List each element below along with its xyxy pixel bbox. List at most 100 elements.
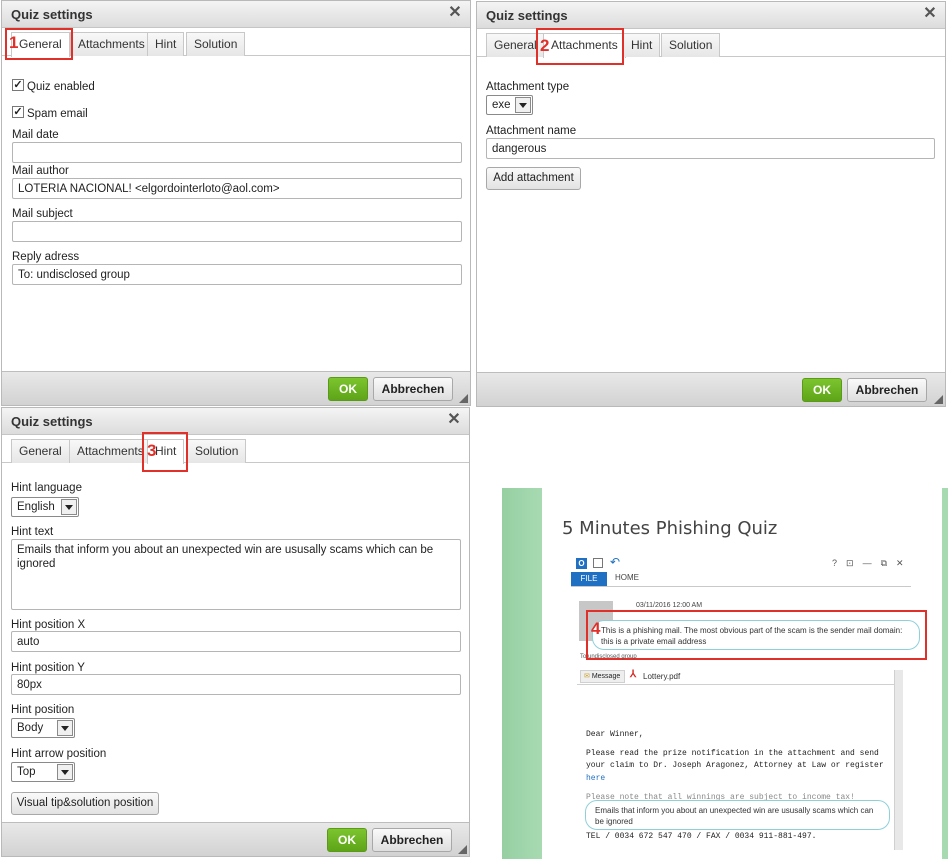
dialog-footer: OK Abbrechen xyxy=(2,371,470,405)
mail-recipient: To undisclosed group xyxy=(580,654,637,660)
hint-text-area[interactable]: Emails that inform you about an unexpect… xyxy=(11,539,461,610)
close-icon[interactable]: ✕ xyxy=(921,5,939,23)
hint-position-x-field[interactable]: auto xyxy=(11,631,461,652)
hint-position-select[interactable]: Body xyxy=(11,718,75,738)
ok-button[interactable]: OK xyxy=(802,378,842,402)
dialog-footer: OK Abbrechen xyxy=(2,822,469,856)
hint-position-x-label: Hint position X xyxy=(11,619,86,631)
hint-bubble-win: Emails that inform you about an unexpect… xyxy=(585,800,890,830)
cancel-button[interactable]: Abbrechen xyxy=(372,828,452,852)
close-icon[interactable]: ✕ xyxy=(896,558,913,568)
hint-bubble-sender: This is a phishing mail. The most obviou… xyxy=(592,620,920,650)
attachment-name-label: Attachment name xyxy=(486,125,577,137)
dialog-title: Quiz settings xyxy=(11,414,93,429)
print-icon[interactable] xyxy=(593,558,603,568)
maximize-icon[interactable]: ⧉ xyxy=(881,558,896,568)
minimize-icon[interactable]: — xyxy=(863,558,881,568)
attachment-type-select[interactable]: exe xyxy=(486,95,533,115)
dialog-title: Quiz settings xyxy=(11,7,93,22)
ribbon-file-tab[interactable]: FILE xyxy=(571,572,607,586)
chevron-down-icon xyxy=(515,97,531,113)
hint-arrow-position-value: Top xyxy=(17,766,36,778)
hint-language-value: English xyxy=(17,501,55,513)
attachment-file-link[interactable]: Lottery.pdf xyxy=(643,672,680,681)
quiz-settings-dialog-attachments: Quiz settings ✕ General Attachments Hint… xyxy=(476,1,946,407)
attachment-bar xyxy=(577,668,903,685)
tab-general[interactable]: General xyxy=(11,32,70,57)
visual-tip-solution-position-button[interactable]: Visual tip&solution position xyxy=(11,792,159,815)
tab-attachments[interactable]: Attachments xyxy=(70,32,153,56)
mail-author-label: Mail author xyxy=(12,165,69,177)
undo-icon[interactable]: ↶ xyxy=(610,555,620,569)
outlook-icon: O xyxy=(576,558,587,569)
ribbon-home-tab[interactable]: HOME xyxy=(615,573,639,582)
cancel-button[interactable]: Abbrechen xyxy=(373,377,453,401)
tab-solution[interactable]: Solution xyxy=(186,32,246,56)
resize-grip-icon[interactable] xyxy=(934,395,943,404)
dialog-titlebar[interactable]: Quiz settings ✕ xyxy=(477,2,945,29)
restore-icon[interactable]: ⊡ xyxy=(846,558,863,568)
callout-number-1: 1 xyxy=(9,33,19,52)
hint-position-label: Hint position xyxy=(11,704,75,716)
ribbon-divider xyxy=(571,586,911,587)
callout-number-2: 2 xyxy=(540,36,550,55)
mail-date-field[interactable] xyxy=(12,142,462,163)
dialog-footer: OK Abbrechen xyxy=(477,372,945,406)
dialog-titlebar[interactable]: Quiz settings ✕ xyxy=(2,408,469,435)
chevron-down-icon xyxy=(57,720,73,736)
spam-email-checkbox[interactable]: ✓ xyxy=(12,106,24,118)
ok-button[interactable]: OK xyxy=(328,377,368,401)
add-attachment-button[interactable]: Add attachment xyxy=(486,167,581,190)
hint-position-value: Body xyxy=(17,722,44,734)
tab-attachments[interactable]: Attachments xyxy=(543,33,626,58)
close-icon[interactable]: ✕ xyxy=(445,411,463,429)
cancel-button[interactable]: Abbrechen xyxy=(847,378,927,402)
tab-general[interactable]: General xyxy=(486,33,545,57)
mail-body-greeting: Dear Winner, xyxy=(586,730,644,739)
tab-hint[interactable]: Hint xyxy=(147,32,185,56)
message-tab[interactable]: ✉ Message xyxy=(580,670,626,683)
mail-body-line-2: your claim to Dr. Joseph Aragonez, Attor… xyxy=(586,761,884,770)
mail-body-line-1: Please read the prize notification in th… xyxy=(586,749,879,758)
tab-solution[interactable]: Solution xyxy=(661,33,721,57)
tab-general[interactable]: General xyxy=(11,439,70,463)
quiz-enabled-checkbox[interactable]: ✓ xyxy=(12,79,24,91)
pdf-icon: ⅄ xyxy=(630,669,637,680)
mail-date-label: Mail date xyxy=(12,129,59,141)
mail-date: 03/11/2016 12:00 AM xyxy=(636,602,703,609)
chevron-down-icon xyxy=(61,499,77,515)
spam-email-label: Spam email xyxy=(27,108,88,120)
hint-language-select[interactable]: English xyxy=(11,497,79,517)
hint-arrow-position-select[interactable]: Top xyxy=(11,762,75,782)
dialog-title: Quiz settings xyxy=(486,8,568,23)
tab-bar: General Attachments Hint Solution xyxy=(2,436,469,464)
resize-grip-icon[interactable] xyxy=(458,845,467,854)
attachment-type-value: exe xyxy=(492,99,511,111)
help-icon[interactable]: ? xyxy=(832,558,846,568)
chevron-down-icon xyxy=(57,764,73,780)
mail-body-link[interactable]: here xyxy=(586,774,605,783)
quiz-settings-dialog-general: Quiz settings ✕ General Attachments Hint… xyxy=(1,0,471,406)
mail-body-line-4: TEL / 0034 672 547 470 / FAX / 0034 911-… xyxy=(586,832,817,841)
quiz-settings-dialog-hint: Quiz settings ✕ General Attachments Hint… xyxy=(1,407,470,857)
close-icon[interactable]: ✕ xyxy=(446,4,464,22)
resize-grip-icon[interactable] xyxy=(459,394,468,403)
window-controls: ?⊡—⧉✕ xyxy=(832,558,913,569)
attachment-name-field[interactable]: dangerous xyxy=(486,138,935,159)
quiz-enabled-label: Quiz enabled xyxy=(27,81,95,93)
mail-author-field[interactable]: LOTERIA NACIONAL! <elgordointerloto@aol.… xyxy=(12,178,462,199)
tab-attachments[interactable]: Attachments xyxy=(69,439,152,463)
callout-number-4: 4 xyxy=(591,619,601,638)
scrollbar[interactable] xyxy=(894,670,903,850)
hint-position-y-field[interactable]: 80px xyxy=(11,674,461,695)
envelope-icon: ✉ xyxy=(584,673,590,680)
reply-address-label: Reply adress xyxy=(12,251,80,263)
reply-address-field[interactable]: To: undisclosed group xyxy=(12,264,462,285)
tab-solution[interactable]: Solution xyxy=(187,439,247,463)
attachment-type-label: Attachment type xyxy=(486,81,570,93)
dialog-titlebar[interactable]: Quiz settings ✕ xyxy=(2,1,470,28)
tab-hint[interactable]: Hint xyxy=(623,33,661,57)
ok-button[interactable]: OK xyxy=(327,828,367,852)
mail-subject-field[interactable] xyxy=(12,221,462,242)
hint-position-y-label: Hint position Y xyxy=(11,662,85,674)
